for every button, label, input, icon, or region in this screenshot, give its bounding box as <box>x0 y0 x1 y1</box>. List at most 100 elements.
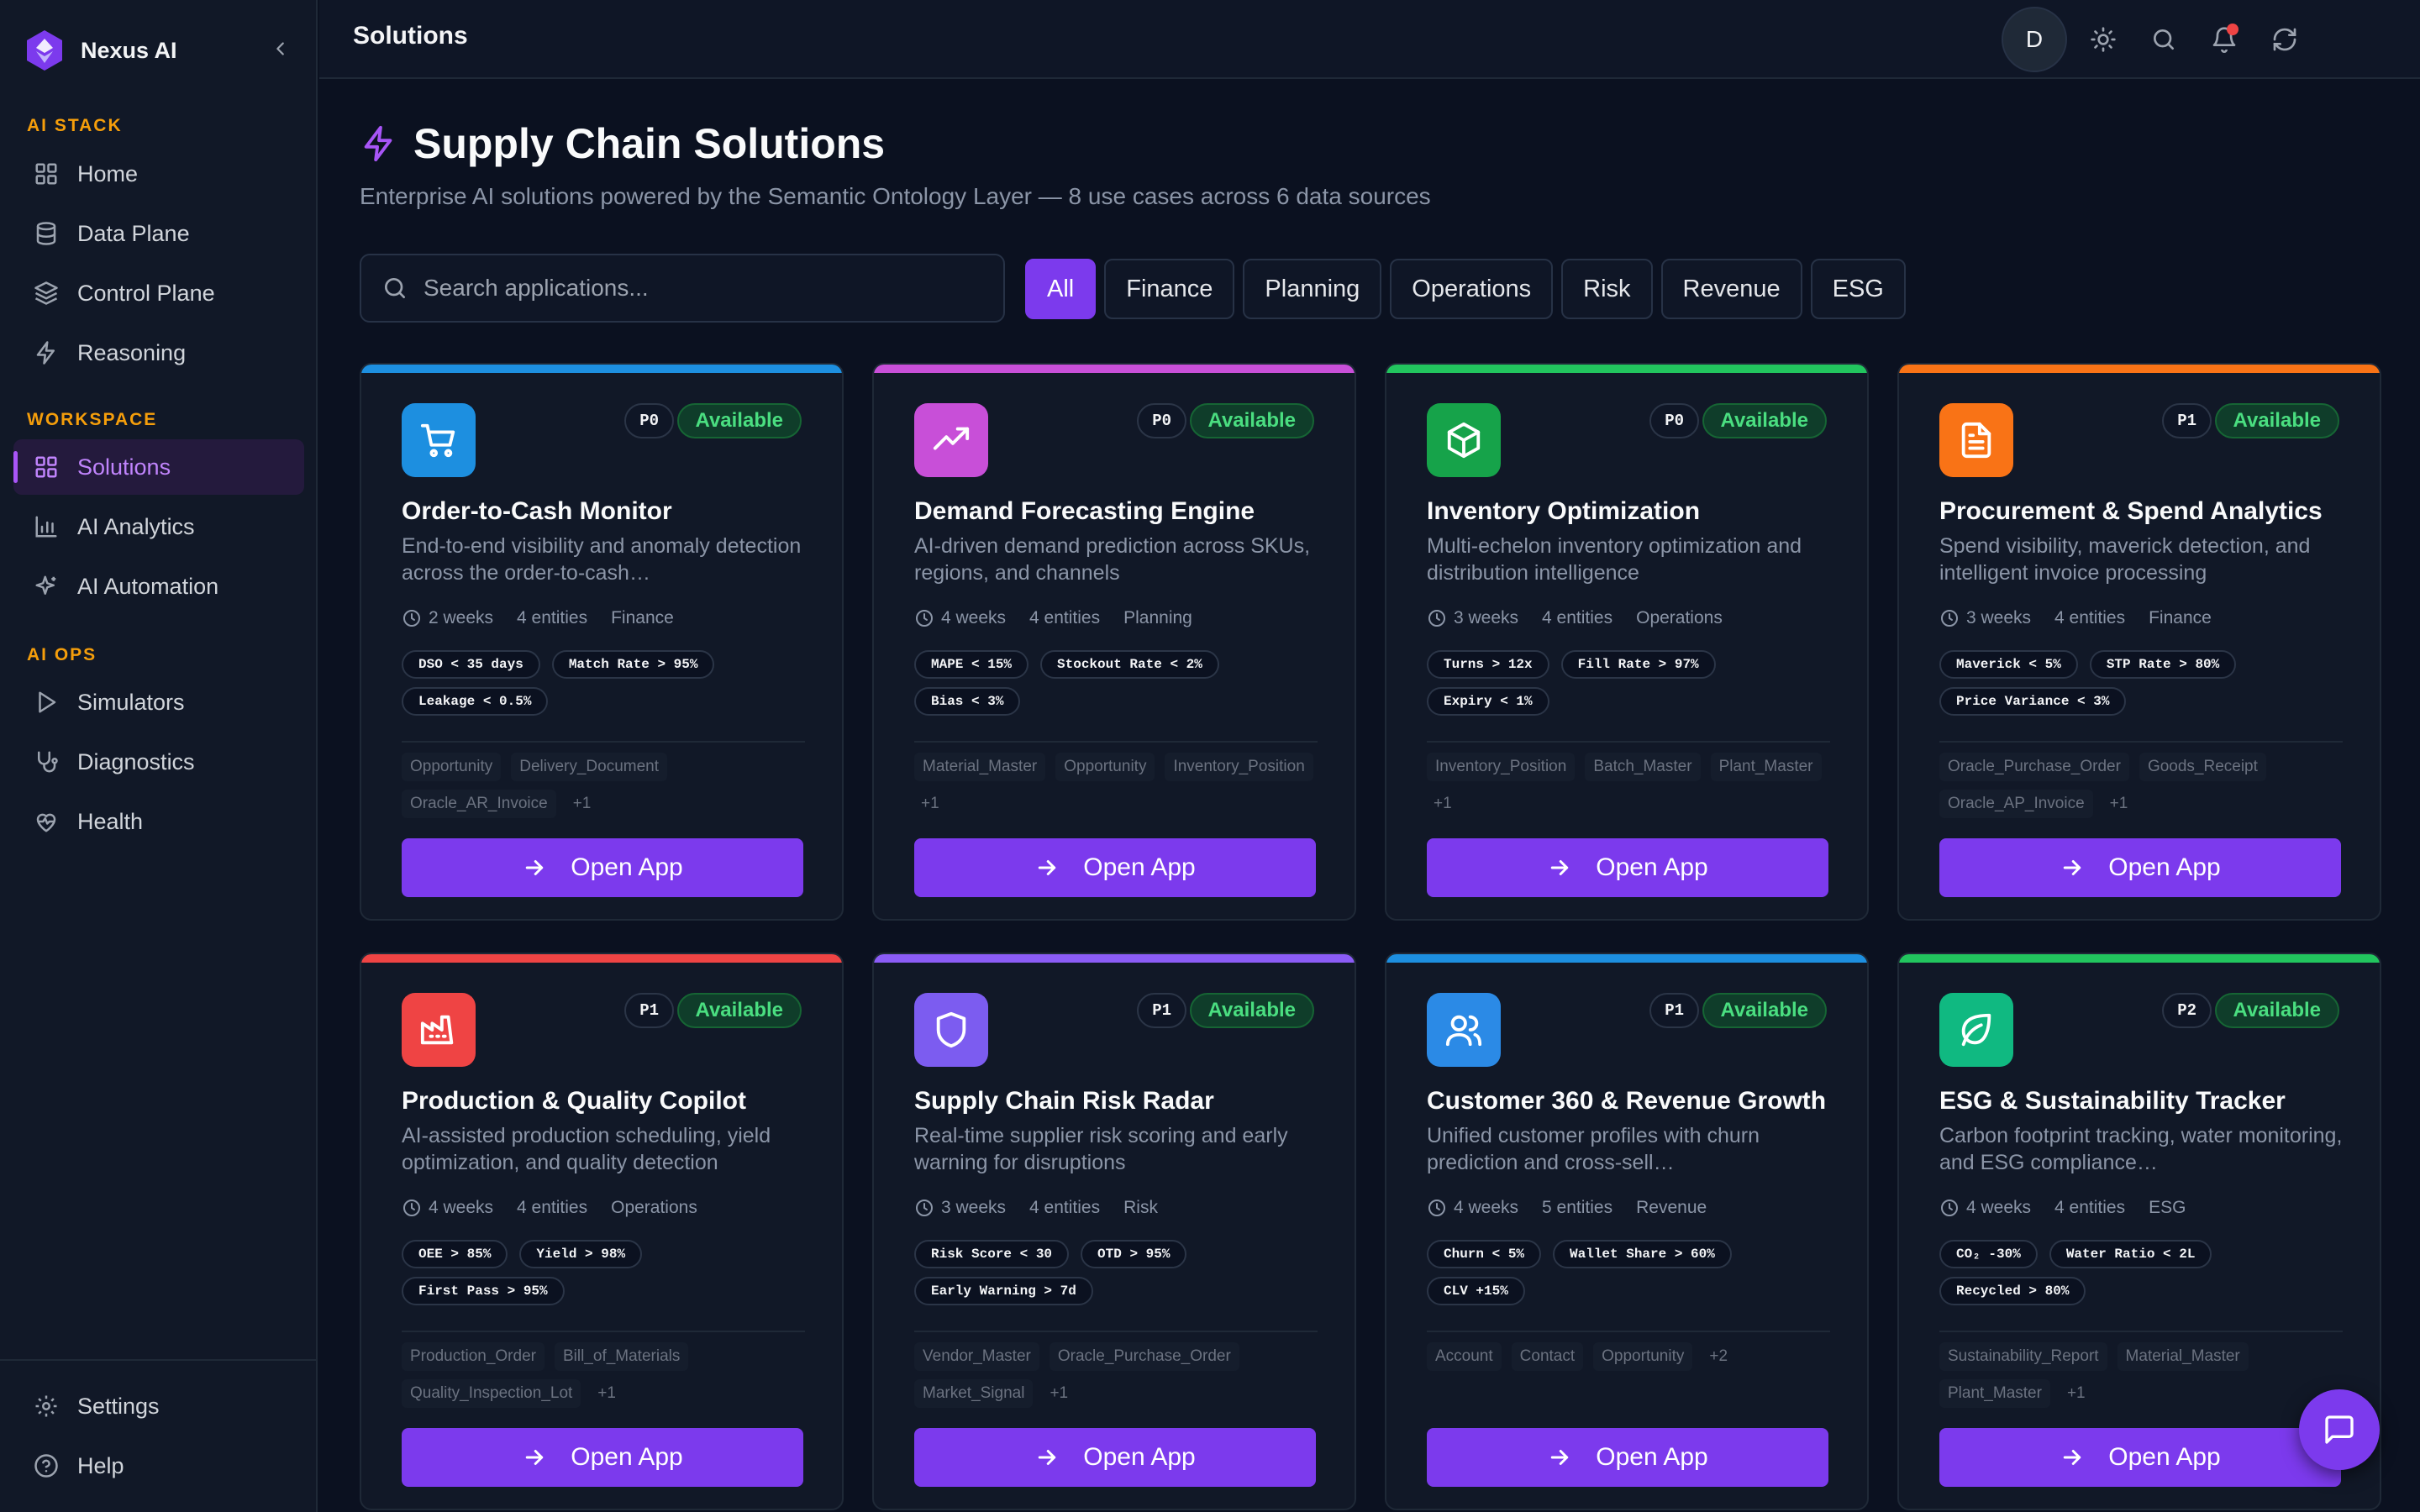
open-app-button[interactable]: Open App <box>914 1428 1316 1487</box>
gear-icon <box>35 1395 57 1417</box>
more-entities-label: +1 <box>2066 1384 2086 1402</box>
solution-card[interactable]: P1 Available Procurement & Spend Analyti… <box>1897 363 2381 921</box>
open-app-button[interactable]: Open App <box>914 838 1316 897</box>
header-title: Solutions <box>353 22 468 50</box>
sidebar-item-simulators[interactable]: Simulators <box>13 675 304 730</box>
filter-operations[interactable]: Operations <box>1390 259 1554 319</box>
sidebar-item-reasoning[interactable]: Reasoning <box>13 325 304 381</box>
entities-count-label: 4 entities <box>2054 608 2126 627</box>
kpi-list: MAPE < 15% Stockout Rate < 2% Bias < 3% <box>914 650 1326 716</box>
theme-toggle-button[interactable] <box>2087 24 2119 55</box>
sidebar-item-health[interactable]: Health <box>13 794 304 849</box>
sidebar-item-label: Help <box>77 1452 124 1478</box>
card-icon-tile <box>914 993 988 1067</box>
brand[interactable]: Nexus AI <box>25 27 177 74</box>
category-label: Operations <box>611 1198 697 1217</box>
entity-chip: Oracle_Purchase_Order <box>1939 753 2129 781</box>
card-description: Real-time supplier risk scoring and earl… <box>914 1124 1288 1174</box>
filter-planning[interactable]: Planning <box>1243 259 1382 319</box>
kpi-chip: OEE > 85% <box>402 1240 508 1268</box>
open-app-button[interactable]: Open App <box>1427 1428 1828 1487</box>
refresh-icon <box>2273 28 2296 51</box>
sidebar-item-label: Simulators <box>77 689 185 715</box>
card-title: Order-to-Cash Monitor <box>402 497 672 525</box>
sidebar-item-label: AI Analytics <box>77 513 195 539</box>
filter-esg[interactable]: ESG <box>1810 259 1906 319</box>
kpi-chip: CLV +15% <box>1427 1277 1525 1305</box>
entity-chip: Delivery_Document <box>511 753 668 781</box>
open-app-button[interactable]: Open App <box>1939 838 2341 897</box>
entities-count-label: 5 entities <box>1542 1198 1613 1217</box>
sidebar-item-home[interactable]: Home <box>13 146 304 202</box>
sidebar-item-ai-analytics[interactable]: AI Analytics <box>13 499 304 554</box>
card-accent-bar <box>1899 954 2380 963</box>
filter-revenue[interactable]: Revenue <box>1660 259 1802 319</box>
entity-chip: Sustainability_Report <box>1939 1342 2107 1371</box>
card-title: ESG & Sustainability Tracker <box>1939 1087 2286 1115</box>
cart-icon <box>420 423 455 458</box>
chat-button[interactable] <box>2299 1389 2380 1470</box>
filter-finance[interactable]: Finance <box>1104 259 1235 319</box>
entity-chip: Inventory_Position <box>1165 753 1313 781</box>
filter-all[interactable]: All <box>1025 259 1097 319</box>
sidebar-item-help[interactable]: Help <box>13 1438 304 1494</box>
stethoscope-icon <box>38 751 58 773</box>
priority-badge: P0 <box>1649 403 1699 438</box>
notifications-button[interactable] <box>2208 24 2240 55</box>
card-accent-bar <box>1386 365 1867 373</box>
arrow-right-icon <box>1551 1450 1569 1465</box>
card-divider <box>1939 1331 2343 1332</box>
database-icon <box>36 222 56 245</box>
sidebar-item-control-plane[interactable]: Control Plane <box>13 265 304 321</box>
entity-chip: Batch_Master <box>1585 753 1701 781</box>
solution-card[interactable]: P1 Available Production & Quality Copilo… <box>360 953 844 1510</box>
entity-chip: Production_Order <box>402 1342 544 1371</box>
open-app-label: Open App <box>571 1443 683 1471</box>
open-app-button[interactable]: Open App <box>1427 838 1828 897</box>
kpi-list: DSO < 35 days Match Rate > 95% Leakage < 0… <box>402 650 813 716</box>
card-divider <box>914 741 1318 743</box>
card-description: End-to-end visibility and anomaly detect… <box>402 534 802 585</box>
solution-card[interactable]: P0 Available Demand Forecasting Engine A… <box>872 363 1356 921</box>
open-app-label: Open App <box>1596 853 1708 881</box>
trending-up-icon <box>933 427 970 450</box>
solution-card[interactable]: P0 Available Inventory Optimization Mult… <box>1385 363 1869 921</box>
sidebar-item-label: Reasoning <box>77 339 187 365</box>
kpi-list: CO₂ -30% Water Ratio < 2L Recycled > 80% <box>1939 1240 2351 1305</box>
solution-card[interactable]: P1 Available Supply Chain Risk Radar Rea… <box>872 953 1356 1510</box>
factory-icon <box>420 1015 454 1045</box>
entity-chip: Opportunity <box>1593 1342 1693 1371</box>
open-app-label: Open App <box>1083 1443 1196 1471</box>
kpi-chip: Turns > 12x <box>1427 650 1549 679</box>
search-input[interactable] <box>424 275 961 302</box>
collapse-sidebar-button[interactable] <box>267 35 294 62</box>
sidebar-item-diagnostics[interactable]: Diagnostics <box>13 734 304 790</box>
grid-icon <box>35 456 57 478</box>
help-circle-icon <box>34 1454 58 1478</box>
heart-pulse-icon <box>36 813 56 832</box>
entity-chip: Bill_of_Materials <box>554 1342 689 1371</box>
duration-label: 4 weeks <box>941 608 1007 627</box>
kpi-chip: Match Rate > 95% <box>551 650 715 679</box>
sidebar-item-data-plane[interactable]: Data Plane <box>13 206 304 261</box>
card-accent-bar <box>1899 365 2380 373</box>
sidebar-item-solutions[interactable]: Solutions <box>13 439 304 495</box>
card-divider <box>402 741 805 743</box>
card-meta: 3 weeks 4 entities Finance <box>1939 608 2235 628</box>
open-app-button[interactable]: Open App <box>402 838 803 897</box>
refresh-button[interactable] <box>2269 24 2301 55</box>
solution-card[interactable]: P1 Available Customer 360 & Revenue Grow… <box>1385 953 1869 1510</box>
open-app-button[interactable]: Open App <box>1939 1428 2341 1487</box>
sidebar-item-ai-automation[interactable]: AI Automation <box>13 559 304 614</box>
solution-card[interactable]: P0 Available Order-to-Cash Monitor End-t… <box>360 363 844 921</box>
arrow-right-icon <box>526 1450 544 1465</box>
duration-label: 4 weeks <box>1966 1198 2032 1217</box>
users-icon <box>1445 1015 1482 1047</box>
search-field[interactable] <box>360 254 1005 323</box>
open-app-button[interactable]: Open App <box>402 1428 803 1487</box>
sidebar-item-settings[interactable]: Settings <box>13 1378 304 1434</box>
search-button[interactable] <box>2148 24 2180 55</box>
card-divider <box>1427 741 1830 743</box>
user-avatar[interactable]: D <box>2002 7 2067 72</box>
filter-risk[interactable]: Risk <box>1561 259 1653 319</box>
